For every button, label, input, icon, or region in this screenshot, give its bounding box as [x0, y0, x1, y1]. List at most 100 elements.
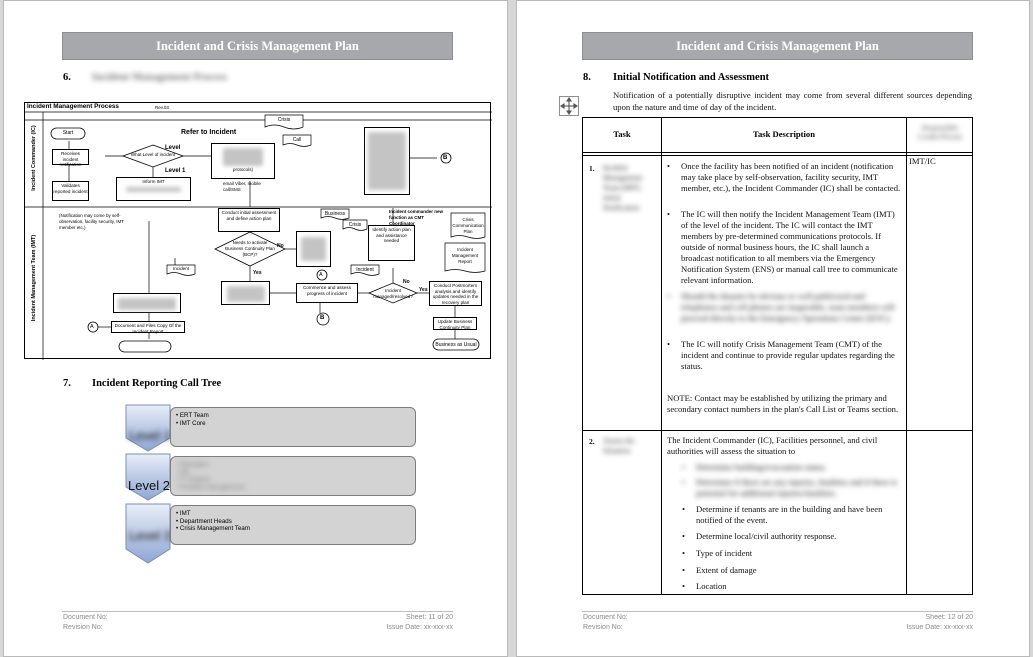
- section-7-number: 7.: [63, 378, 71, 389]
- connector-b-bottom: B: [320, 315, 325, 321]
- footer-divider: [582, 611, 973, 612]
- crisis-comm-doc: Crisis Communication Plan: [452, 217, 484, 234]
- section-8-title: Initial Notification and Assessment: [613, 72, 770, 83]
- footer-rev-no: Revision No:: [583, 624, 623, 631]
- row-1-bullet: Should the disaster be obvious or well p…: [667, 291, 901, 324]
- postmortem-box: Conduct Postmortem analysis and identify…: [429, 281, 482, 306]
- row-2-task: Assess the Situation: [603, 436, 635, 455]
- level-2-chevron: [125, 453, 171, 501]
- connector-a-bottom: A: [90, 324, 94, 330]
- incident-mgmt-report-doc: Incident Management Report: [451, 247, 479, 264]
- inform-imt-box: Inform IMT: [116, 177, 191, 201]
- incident-doc-2: Incident: [356, 267, 374, 273]
- section-7-title: Incident Reporting Call Tree: [92, 378, 222, 389]
- level1-label: Level 1: [165, 168, 186, 174]
- incident-management-flowchart: Incident Management Process Rev.03 Incid…: [24, 102, 492, 360]
- row-1-bullet: The IC will notify Crisis Management Tea…: [667, 339, 901, 372]
- row-1-bullet: Once the facility has been notified of a…: [667, 161, 901, 194]
- level-1-label: Level 1: [129, 428, 171, 443]
- blurred-action-box: [296, 231, 331, 267]
- level-1-box: • ERT Team • IMT Core: [170, 407, 416, 447]
- section-6-number: 6.: [63, 72, 71, 83]
- page-header-banner: Incident and Crisis Management Plan: [62, 32, 453, 60]
- row-2-bullet: Location: [682, 581, 901, 592]
- page-header-banner: Incident and Crisis Management Plan: [582, 32, 973, 60]
- ic-blurred-box: [364, 127, 410, 195]
- footer-issue-date: Issue Date: xx-xxx-xx: [906, 624, 973, 631]
- no-label-2: No: [403, 279, 410, 285]
- commence-assess-box: Commence and assess progress of incident: [296, 283, 358, 303]
- call-doc: Call: [292, 137, 302, 143]
- level-decision: What Level of incident: [130, 152, 176, 157]
- row-2-bullet: Type of incident: [682, 548, 901, 559]
- refer-to-incident-label: Refer to Incident: [181, 129, 237, 136]
- level-3-item: • Department Heads: [176, 517, 232, 525]
- footer-doc-no: Document No:: [583, 614, 628, 621]
- no-label-1: No: [277, 243, 284, 249]
- update-bcp-box: Update Business Continuity Plan: [433, 317, 477, 330]
- level-1-item: • IMT Core: [176, 419, 206, 427]
- validates-box: Validates reported incident: [52, 181, 89, 201]
- blurred-bcp-box: [221, 281, 270, 305]
- ic-cmt-note: Incident commander new function as CMT C…: [389, 209, 444, 226]
- flowchart-rev: Rev.03: [155, 105, 169, 110]
- row-1-responsible: IMT/IC: [909, 156, 936, 166]
- connector-b-top: B: [443, 155, 448, 161]
- row-2-bullet: Determine building/evacuation status.: [682, 462, 901, 473]
- crisis-doc: Crisis: [277, 117, 291, 123]
- level-2-box: • Managers • HR • IT Support • Facilities M…: [170, 456, 416, 496]
- business-doc: Business: [324, 211, 346, 217]
- row-2-number: 2.: [589, 437, 595, 446]
- table-move-handle[interactable]: [559, 96, 579, 116]
- row-1-task: Incident Management Team (IMT) initial N…: [603, 163, 643, 212]
- row-1-number: 1.: [589, 164, 595, 173]
- row-2-bullet: Determine if tenants are in the building…: [682, 504, 901, 526]
- receives-notification-box: Receives incident notification: [52, 149, 89, 167]
- section-8-intro: Notification of a potentially disruptive…: [613, 90, 972, 112]
- level-3-box: • IMT • Department Heads • Crisis Manage…: [170, 505, 416, 545]
- lane-label-imt: Incident Management Team (IMT): [31, 234, 37, 322]
- identify-action-box: Identify action plan and assistance need…: [368, 225, 415, 261]
- task-table: Task Task Description Responsible Leader…: [582, 117, 973, 595]
- notification-note: (Notification may come by self-observati…: [59, 213, 124, 230]
- level-2-label: Level 2: [128, 478, 170, 493]
- start-node: Start: [62, 130, 74, 136]
- contact-methods-text: email Viber, mobile call/SMS: [223, 181, 261, 192]
- crisis-doc-2: Crisis: [348, 222, 362, 228]
- document-files-box: Document and Files Copy Of the Incident …: [111, 321, 185, 334]
- level-label: Level: [165, 145, 181, 151]
- footer-sheet: Sheet: 12 of 20: [925, 614, 973, 621]
- section-8-number: 8.: [583, 72, 591, 83]
- blurred-report-box: [113, 293, 181, 313]
- business-as-usual-node: Business as Usual: [435, 342, 477, 348]
- level-3-label: Level 3: [129, 528, 171, 543]
- footer-rev-no: Revision No:: [63, 624, 103, 631]
- row-2-bullet: Determine if there are any injuries, fat…: [682, 477, 901, 499]
- header-responsible: Responsible Leader/Person: [918, 124, 962, 141]
- row-1-bullet: The IC will then notify the Incident Man…: [667, 209, 901, 286]
- yes-label-2: Yes: [419, 287, 428, 293]
- row-1-note: NOTE: Contact may be established by util…: [667, 393, 899, 414]
- footer-issue-date: Issue Date: xx-xxx-xx: [386, 624, 453, 631]
- level-3-item: • Crisis Management Team: [176, 525, 250, 532]
- header-task-description: Task Description: [753, 129, 815, 139]
- managed-decision: Incident managed/resolved?: [373, 288, 413, 299]
- refer-protocols-box: protocols): [211, 143, 275, 179]
- footer-doc-no: Document No:: [63, 614, 108, 621]
- row-2-bullet: Extent of damage: [682, 565, 901, 576]
- level-1-item: • ERT Team: [176, 412, 209, 419]
- level-3-item: • IMT: [176, 510, 191, 517]
- incident-doc-1: Incident: [172, 266, 190, 271]
- row-2-bullet: Determine local/civil authority response…: [682, 531, 901, 542]
- move-arrows-icon: [560, 97, 578, 115]
- section-6-title: Incident Management Process: [92, 72, 228, 83]
- conduct-assessment-box: Conduct initial assessment and define ac…: [218, 208, 280, 232]
- needs-bcp-decision: Needs to activate Business Continuity Pl…: [225, 240, 275, 257]
- header-task: Task: [613, 129, 631, 139]
- lane-label-ic: Incident Commander (IC): [31, 125, 37, 191]
- connector-a-mid: A: [319, 272, 323, 278]
- row-2-intro: The Incident Commander (IC), Facilities …: [667, 435, 878, 456]
- document-page-left: Incident and Crisis Management Plan 6. I…: [3, 0, 508, 657]
- document-page-right: Incident and Crisis Management Plan 8. I…: [516, 0, 1030, 657]
- footer-sheet: Sheet: 11 of 20: [406, 614, 453, 621]
